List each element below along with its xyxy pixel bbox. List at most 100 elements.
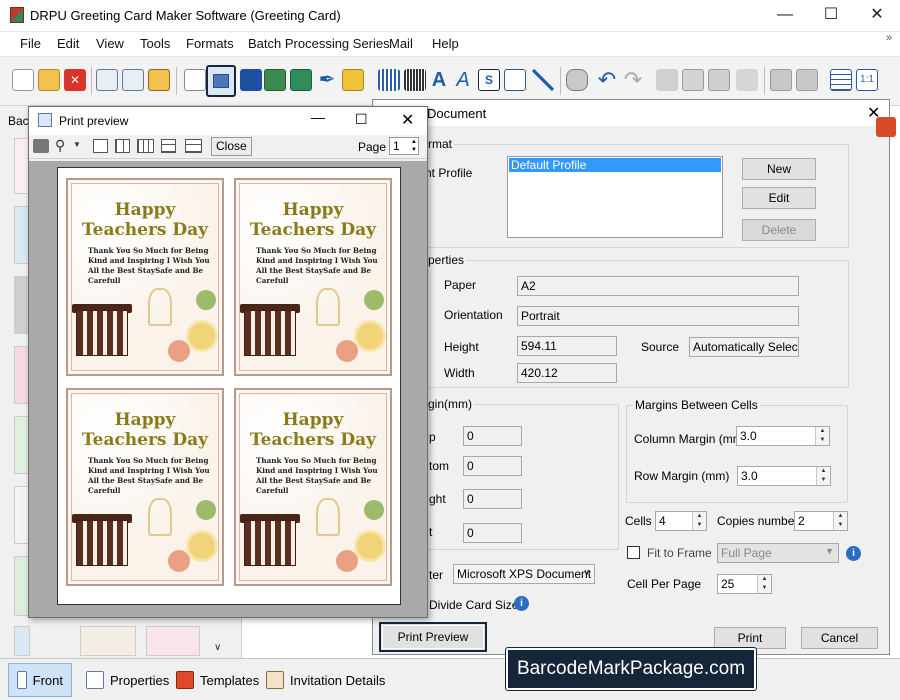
menu-batch-processing[interactable]: Batch Processing Series bbox=[248, 36, 390, 51]
barcode-linear-icon[interactable] bbox=[404, 69, 426, 91]
tab-templates[interactable]: Templates bbox=[168, 663, 267, 697]
export-icon[interactable] bbox=[148, 69, 170, 91]
shapes-icon[interactable] bbox=[342, 69, 364, 91]
page-number-spinner[interactable]: 1 ▲ ▼ bbox=[389, 137, 419, 155]
page-mode-select[interactable]: Full Page ▼ bbox=[717, 543, 839, 563]
cell-per-page-spinner[interactable]: 25 ▲ ▼ bbox=[717, 574, 772, 594]
close-window-button[interactable]: ✕ bbox=[854, 0, 900, 32]
profile-item[interactable]: Default Profile bbox=[509, 158, 721, 172]
pen-icon[interactable]: ✒ bbox=[316, 69, 338, 91]
margin-bottom-field[interactable]: 0 bbox=[463, 456, 522, 476]
open-folder-icon[interactable] bbox=[38, 69, 60, 91]
close-file-icon[interactable]: ✕ bbox=[64, 69, 86, 91]
delete-profile-button[interactable]: Delete bbox=[742, 219, 816, 241]
template-thumbnail[interactable] bbox=[146, 626, 200, 656]
template-thumbnail[interactable] bbox=[80, 626, 136, 656]
tab-properties[interactable]: Properties bbox=[78, 663, 177, 697]
word-art-icon[interactable]: A bbox=[452, 69, 474, 91]
zoom-dropdown-icon[interactable]: ▼ bbox=[73, 140, 81, 149]
print-preview-button[interactable]: Print Preview bbox=[379, 622, 487, 652]
image-icon[interactable] bbox=[264, 69, 286, 91]
preview-close-icon[interactable]: ✕ bbox=[401, 110, 414, 130]
four-pages-icon[interactable] bbox=[161, 139, 176, 153]
delete-icon[interactable] bbox=[736, 69, 758, 91]
tab-front[interactable]: Front bbox=[8, 663, 72, 697]
cells-spinner[interactable]: 4 ▲ ▼ bbox=[655, 511, 707, 531]
height-label: Height bbox=[444, 340, 479, 354]
margin-left-field[interactable]: 0 bbox=[463, 523, 522, 543]
paper-field[interactable]: A2 bbox=[517, 276, 799, 296]
row-margin-spinner[interactable]: 3.0 ▲ ▼ bbox=[737, 466, 831, 486]
preview-close-button[interactable]: Close bbox=[211, 137, 252, 156]
spinner-arrows-icon[interactable]: ▲ ▼ bbox=[692, 512, 706, 530]
printer-select[interactable]: Microsoft XPS Document ∨ bbox=[453, 564, 595, 584]
menu-view[interactable]: View bbox=[96, 36, 124, 51]
actual-size-icon[interactable]: 1:1 bbox=[856, 69, 878, 91]
orientation-field[interactable]: Portrait bbox=[517, 306, 799, 326]
height-field[interactable]: 594.11 bbox=[517, 336, 617, 356]
undo-icon[interactable]: ↶ bbox=[596, 69, 618, 91]
print-button[interactable]: Print bbox=[714, 627, 786, 649]
source-field[interactable]: Automatically Select bbox=[689, 337, 799, 357]
database-icon[interactable] bbox=[566, 69, 588, 91]
margin-right-field[interactable]: 0 bbox=[463, 489, 522, 509]
barcode-icon[interactable] bbox=[378, 69, 400, 91]
print-icon[interactable] bbox=[206, 65, 236, 97]
print-batch-icon[interactable] bbox=[240, 69, 262, 91]
signature-icon[interactable]: S bbox=[478, 69, 500, 91]
copies-spinner[interactable]: 2 ▲ ▼ bbox=[794, 511, 848, 531]
grid-icon[interactable] bbox=[830, 69, 852, 91]
overflow-chevron-icon[interactable]: » bbox=[886, 32, 892, 44]
new-profile-button[interactable]: New bbox=[742, 158, 816, 180]
profile-list[interactable]: Default Profile bbox=[507, 156, 723, 238]
edit-profile-button[interactable]: Edit bbox=[742, 187, 816, 209]
info-icon[interactable]: i bbox=[846, 546, 861, 561]
email-icon[interactable] bbox=[504, 69, 526, 91]
scroll-down-icon[interactable]: ∨ bbox=[214, 642, 221, 653]
width-field[interactable]: 420.12 bbox=[517, 363, 617, 383]
cut-icon[interactable] bbox=[656, 69, 678, 91]
margin-top-field[interactable]: 0 bbox=[463, 426, 522, 446]
menu-mail[interactable]: Mail bbox=[389, 36, 413, 51]
line-icon[interactable] bbox=[532, 69, 554, 91]
paste-icon[interactable] bbox=[708, 69, 730, 91]
dialog-title: Document bbox=[427, 106, 487, 121]
preview-maximize-button[interactable]: ☐ bbox=[355, 111, 368, 128]
minimize-button[interactable]: — bbox=[762, 0, 808, 32]
copy-icon[interactable] bbox=[682, 69, 704, 91]
menu-formats[interactable]: Formats bbox=[186, 36, 234, 51]
menu-help[interactable]: Help bbox=[432, 36, 459, 51]
save-icon[interactable] bbox=[96, 69, 118, 91]
page-setup-icon[interactable] bbox=[184, 69, 206, 91]
template-thumbnail[interactable] bbox=[14, 626, 30, 656]
maximize-button[interactable]: ☐ bbox=[808, 0, 854, 32]
tab-invitation-details[interactable]: Invitation Details bbox=[258, 663, 393, 697]
spinner-arrows-icon[interactable]: ▲ ▼ bbox=[411, 138, 417, 154]
cancel-button[interactable]: Cancel bbox=[801, 627, 878, 649]
preview-minimize-button[interactable]: — bbox=[311, 109, 325, 125]
new-file-icon[interactable] bbox=[12, 69, 34, 91]
zoom-icon[interactable]: ⚲ bbox=[55, 137, 65, 154]
spinner-arrows-icon[interactable]: ▲ ▼ bbox=[833, 512, 847, 530]
six-pages-icon[interactable] bbox=[185, 139, 202, 153]
three-pages-icon[interactable] bbox=[137, 139, 154, 153]
spinner-arrows-icon[interactable]: ▲ ▼ bbox=[816, 467, 830, 485]
redo-icon[interactable]: ↷ bbox=[622, 69, 644, 91]
menu-edit[interactable]: Edit bbox=[57, 36, 79, 51]
spinner-arrows-icon[interactable]: ▲ ▼ bbox=[815, 427, 829, 445]
text-icon[interactable]: A bbox=[428, 69, 450, 91]
two-pages-icon[interactable] bbox=[115, 139, 130, 153]
info-icon[interactable]: i bbox=[514, 596, 529, 611]
menu-tools[interactable]: Tools bbox=[140, 36, 170, 51]
send-back-icon[interactable] bbox=[796, 69, 818, 91]
menu-file[interactable]: File bbox=[20, 36, 41, 51]
printer-icon[interactable] bbox=[33, 139, 49, 153]
save-as-icon[interactable] bbox=[122, 69, 144, 91]
one-page-icon[interactable] bbox=[93, 139, 108, 153]
fit-to-frame-checkbox[interactable] bbox=[627, 546, 640, 559]
side-tab-icon[interactable] bbox=[876, 117, 896, 137]
bring-front-icon[interactable] bbox=[770, 69, 792, 91]
column-margin-spinner[interactable]: 3.0 ▲ ▼ bbox=[736, 426, 830, 446]
spinner-arrows-icon[interactable]: ▲ ▼ bbox=[757, 575, 771, 593]
insert-picture-icon[interactable] bbox=[290, 69, 312, 91]
